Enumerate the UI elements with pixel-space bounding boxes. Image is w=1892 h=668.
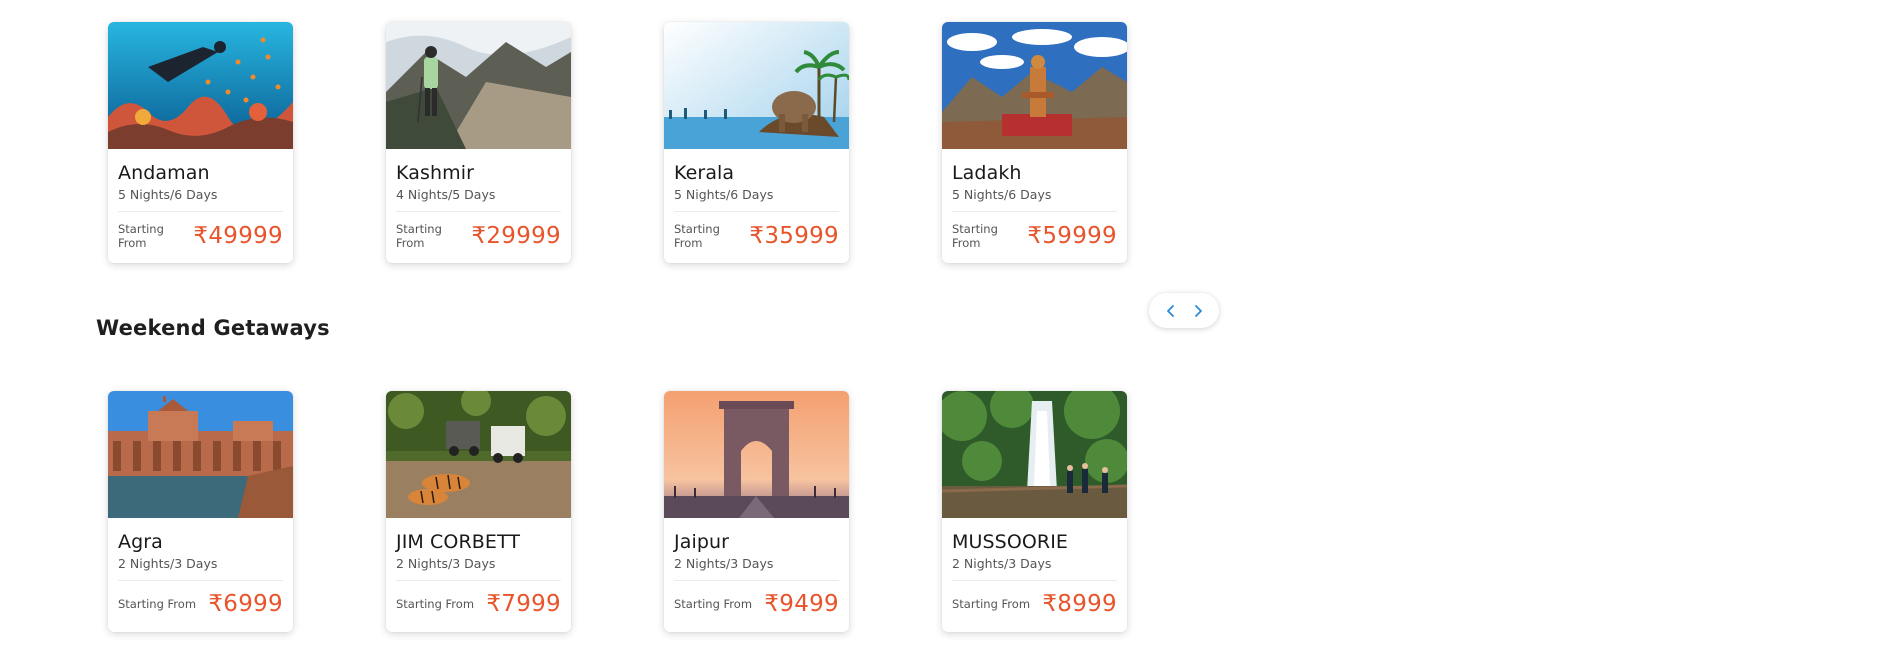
price-label: Starting From — [674, 222, 720, 250]
package-card-kashmir[interactable]: Kashmir 4 Nights/5 Days Starting From ₹2… — [386, 22, 571, 263]
carousel-next-button[interactable] — [1187, 300, 1209, 322]
divider — [952, 580, 1117, 581]
package-title: Ladakh — [952, 162, 1022, 184]
package-price: ₹8999 — [1042, 591, 1117, 617]
carousel-prev-button[interactable] — [1160, 300, 1182, 322]
india-gate-sunset-image — [664, 391, 849, 518]
package-duration: 5 Nights/6 Days — [674, 187, 774, 202]
package-duration: 2 Nights/3 Days — [118, 556, 218, 571]
package-price: ₹49999 — [193, 223, 283, 249]
package-card-kerala[interactable]: Kerala 5 Nights/6 Days Starting From ₹35… — [664, 22, 849, 263]
divider — [396, 580, 561, 581]
package-card-jaipur[interactable]: Jaipur 2 Nights/3 Days Starting From ₹94… — [664, 391, 849, 632]
elephant-palms-backwaters-image — [664, 22, 849, 149]
package-title: MUSSOORIE — [952, 531, 1069, 553]
package-price: ₹35999 — [749, 223, 839, 249]
featured-packages-row: Andaman 5 Nights/6 Days Starting From ₹4… — [108, 22, 1127, 263]
package-duration: 2 Nights/3 Days — [396, 556, 496, 571]
package-duration: 5 Nights/6 Days — [118, 187, 218, 202]
package-card-ladakh[interactable]: Ladakh 5 Nights/6 Days Starting From ₹59… — [942, 22, 1127, 263]
package-duration: 4 Nights/5 Days — [396, 187, 496, 202]
package-title: Andaman — [118, 162, 210, 184]
weekend-getaways-row: Agra 2 Nights/3 Days Starting From ₹6999 — [108, 391, 1127, 632]
package-card-agra[interactable]: Agra 2 Nights/3 Days Starting From ₹6999 — [108, 391, 293, 632]
mountain-trekker-image — [386, 22, 571, 149]
chevron-right-icon — [1194, 304, 1202, 317]
price-label: Starting From — [396, 597, 475, 611]
chevron-left-icon — [1166, 304, 1174, 317]
divider — [674, 580, 839, 581]
divider — [396, 211, 561, 212]
package-duration: 2 Nights/3 Days — [952, 556, 1052, 571]
waterfall-forest-image — [942, 391, 1127, 518]
package-title: Kerala — [674, 162, 735, 184]
price-label: Starting From — [396, 222, 442, 250]
price-label: Starting From — [674, 597, 753, 611]
divider — [118, 580, 283, 581]
package-price: ₹59999 — [1027, 223, 1117, 249]
package-duration: 5 Nights/6 Days — [952, 187, 1052, 202]
package-price: ₹7999 — [486, 591, 561, 617]
carousel-nav — [1149, 293, 1219, 328]
package-price: ₹29999 — [471, 223, 561, 249]
divider — [952, 211, 1117, 212]
tigers-jeeps-image — [386, 391, 571, 518]
package-title: Jaipur — [674, 531, 730, 553]
package-title: Agra — [118, 531, 163, 553]
statue-mountains-image — [942, 22, 1127, 149]
package-title: Kashmir — [396, 162, 475, 184]
package-duration: 2 Nights/3 Days — [674, 556, 774, 571]
divider — [118, 211, 283, 212]
package-price: ₹6999 — [208, 591, 283, 617]
package-card-mussoorie[interactable]: MUSSOORIE 2 Nights/3 Days Starting From … — [942, 391, 1127, 632]
price-label: Starting From — [118, 222, 164, 250]
fatehpur-sikri-image — [108, 391, 293, 518]
price-label: Starting From — [118, 597, 197, 611]
price-label: Starting From — [952, 222, 998, 250]
package-card-andaman[interactable]: Andaman 5 Nights/6 Days Starting From ₹4… — [108, 22, 293, 263]
package-price: ₹9499 — [764, 591, 839, 617]
price-label: Starting From — [952, 597, 1031, 611]
package-card-jim-corbett[interactable]: JIM CORBETT 2 Nights/3 Days Starting Fro… — [386, 391, 571, 632]
section-title-weekend-getaways: Weekend Getaways — [96, 316, 330, 340]
divider — [674, 211, 839, 212]
scuba-diving-reef-image — [108, 22, 293, 149]
package-title: JIM CORBETT — [396, 531, 521, 553]
